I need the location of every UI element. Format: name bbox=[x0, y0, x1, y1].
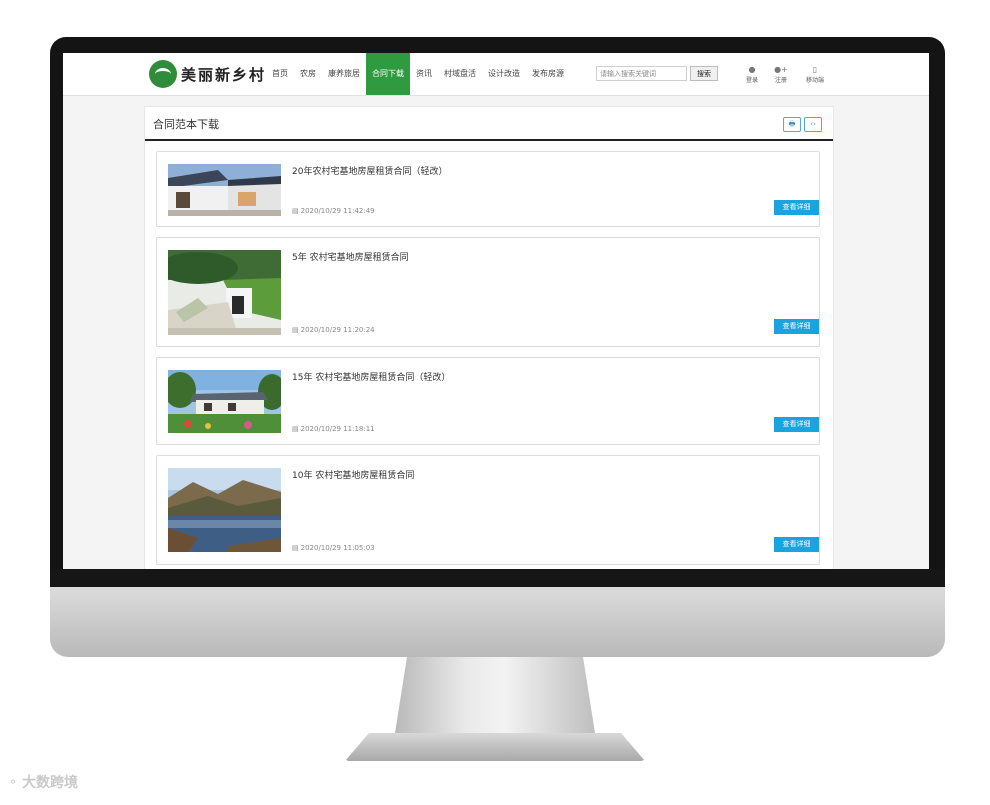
search-input[interactable]: 请输入搜索关键词 bbox=[596, 66, 687, 81]
contract-date: ▤ 2020/10/29 11:18:11 bbox=[292, 425, 375, 433]
watermark-icon: ⚬ bbox=[8, 775, 19, 789]
user-icon: ● bbox=[748, 65, 756, 74]
main-nav: 首页 农房 康养旅居 合同下载 资讯 村域盘活 设计改造 发布房源 bbox=[266, 53, 570, 95]
calendar-icon: ▤ bbox=[292, 207, 299, 215]
site-header: 美丽新乡村 首页 农房 康养旅居 合同下载 资讯 村域盘活 设计改造 发布房源 … bbox=[63, 53, 929, 96]
monitor-stand-neck bbox=[395, 657, 595, 733]
nav-item-post-listing[interactable]: 发布房源 bbox=[526, 53, 570, 95]
calendar-icon: ▤ bbox=[292, 326, 299, 334]
watermark-text: 大数跨境 bbox=[22, 775, 79, 791]
logo-text: 美丽新乡村 bbox=[181, 65, 267, 84]
contract-date: ▤ 2020/10/29 11:05:03 bbox=[292, 544, 375, 552]
contract-title[interactable]: 15年 农村宅基地房屋租赁合同（轻改） bbox=[292, 370, 450, 383]
print-button[interactable]: 🖶 bbox=[783, 117, 801, 132]
panel-header: 合同范本下载 🖶 ‹› bbox=[145, 107, 833, 141]
contracts-panel: 合同范本下载 🖶 ‹› 20年农村宅基地房屋租赁合同（轻改） ▤ 2020/10… bbox=[144, 106, 834, 569]
print-icon: 🖶 bbox=[788, 120, 796, 128]
nav-item-farmhouse[interactable]: 农房 bbox=[294, 53, 322, 95]
contract-date: ▤ 2020/10/29 11:20:24 bbox=[292, 326, 375, 334]
nav-item-wellness-stay[interactable]: 康养旅居 bbox=[322, 53, 366, 95]
contract-card: 15年 农村宅基地房屋租赁合同（轻改） ▤ 2020/10/29 11:18:11… bbox=[156, 357, 820, 445]
contract-title[interactable]: 10年 农村宅基地房屋租赁合同 bbox=[292, 468, 414, 481]
watermark: ⚬ 大数跨境 bbox=[8, 772, 78, 792]
contract-date-text: 2020/10/29 11:20:24 bbox=[300, 326, 375, 334]
contract-date-text: 2020/10/29 11:05:03 bbox=[300, 544, 375, 552]
monitor-screen: 美丽新乡村 首页 农房 康养旅居 合同下载 资讯 村域盘活 设计改造 发布房源 … bbox=[63, 53, 929, 569]
contract-title[interactable]: 5年 农村宅基地房屋租赁合同 bbox=[292, 250, 409, 263]
nav-item-home[interactable]: 首页 bbox=[266, 53, 294, 95]
contract-date-text: 2020/10/29 11:42:49 bbox=[300, 207, 375, 215]
view-details-button[interactable]: 查看详细 bbox=[774, 537, 819, 552]
nav-item-news[interactable]: 资讯 bbox=[410, 53, 438, 95]
mobile-icon: ▯ bbox=[812, 65, 818, 74]
contract-card: 5年 农村宅基地房屋租赁合同 ▤ 2020/10/29 11:20:24 查看详细 bbox=[156, 237, 820, 347]
contract-thumbnail[interactable] bbox=[168, 468, 281, 552]
view-details-button[interactable]: 查看详细 bbox=[774, 319, 819, 334]
login-label: 登录 bbox=[745, 77, 758, 84]
user-add-icon: ●+ bbox=[774, 65, 788, 74]
contract-thumbnail[interactable] bbox=[168, 250, 281, 335]
contract-date-text: 2020/10/29 11:18:11 bbox=[300, 425, 375, 433]
contract-card: 20年农村宅基地房屋租赁合同（轻改） ▤ 2020/10/29 11:42:49 … bbox=[156, 151, 820, 227]
contract-thumbnail[interactable] bbox=[168, 164, 281, 216]
mobile-label: 移动端 bbox=[805, 77, 824, 84]
mobile-link[interactable]: ▯ 移动端 bbox=[802, 64, 828, 84]
monitor-stand-base bbox=[345, 733, 645, 761]
contract-card: 10年 农村宅基地房屋租赁合同 ▤ 2020/10/29 11:05:03 查看详… bbox=[156, 455, 820, 565]
monitor-bottom-bezel bbox=[50, 569, 945, 587]
calendar-icon: ▤ bbox=[292, 544, 299, 552]
search-button[interactable]: 搜索 bbox=[690, 66, 718, 81]
contract-date: ▤ 2020/10/29 11:42:49 bbox=[292, 207, 375, 215]
nav-item-contract-download[interactable]: 合同下载 bbox=[366, 53, 410, 95]
code-button[interactable]: ‹› bbox=[804, 117, 822, 132]
view-details-button[interactable]: 查看详细 bbox=[774, 200, 819, 215]
register-link[interactable]: ●+ 注册 bbox=[768, 64, 794, 84]
panel-title: 合同范本下载 bbox=[153, 118, 219, 131]
code-icon: ‹› bbox=[810, 120, 816, 128]
contract-title[interactable]: 20年农村宅基地房屋租赁合同（轻改） bbox=[292, 164, 447, 177]
logo-icon bbox=[149, 60, 177, 88]
contract-thumbnail[interactable] bbox=[168, 370, 281, 433]
monitor-chin bbox=[50, 587, 945, 657]
nav-item-design-renovation[interactable]: 设计改造 bbox=[482, 53, 526, 95]
login-link[interactable]: ● 登录 bbox=[739, 64, 765, 84]
calendar-icon: ▤ bbox=[292, 425, 299, 433]
nav-item-village-revitalize[interactable]: 村域盘活 bbox=[438, 53, 482, 95]
site-logo[interactable]: 美丽新乡村 bbox=[149, 60, 266, 88]
register-label: 注册 bbox=[774, 77, 787, 84]
view-details-button[interactable]: 查看详细 bbox=[774, 417, 819, 432]
